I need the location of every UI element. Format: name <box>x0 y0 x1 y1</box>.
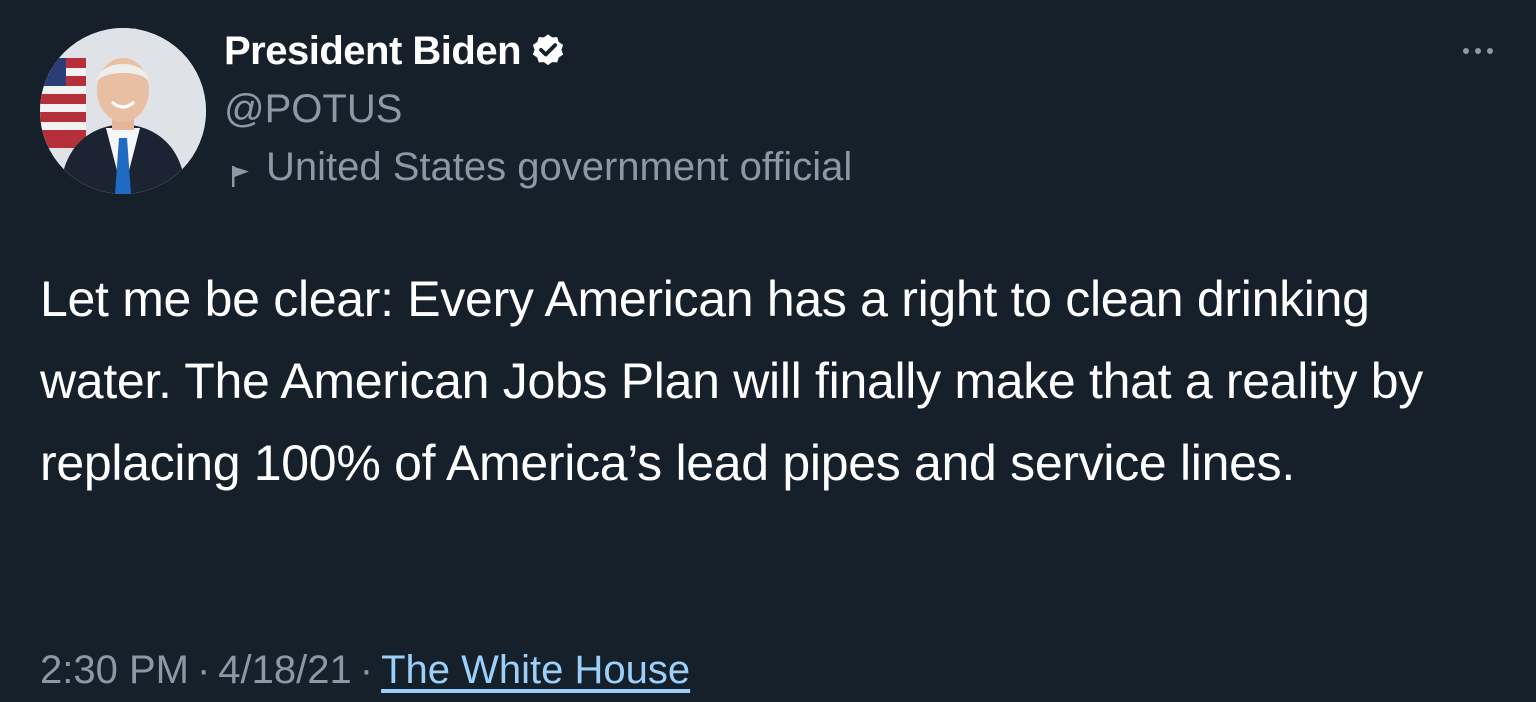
author-handle[interactable]: @POTUS <box>224 86 852 132</box>
tweet-source-link[interactable]: The White House <box>381 648 690 692</box>
account-label-text: United States government official <box>266 144 853 189</box>
name-row: President Biden <box>224 28 852 74</box>
tweet-metadata: 2:30 PM · 4/18/21 · The White House <box>40 640 690 700</box>
separator: · <box>359 648 374 692</box>
avatar-image <box>40 28 206 194</box>
flag-icon <box>228 154 254 187</box>
tweet-date[interactable]: 4/18/21 <box>218 648 351 692</box>
tweet-time[interactable]: 2:30 PM <box>40 648 189 692</box>
more-options-icon[interactable] <box>1456 36 1500 66</box>
verified-badge-icon <box>529 32 567 70</box>
display-name[interactable]: President Biden <box>224 29 522 74</box>
account-label: United States government official <box>224 144 852 190</box>
tweet-detail: President Biden @POTUS United States gov <box>0 0 1536 702</box>
tweet-text: Let me be clear: Every American has a ri… <box>40 271 1423 491</box>
author-info: President Biden @POTUS United States gov <box>224 28 852 190</box>
tweet-header: President Biden @POTUS United States gov <box>40 28 1500 198</box>
avatar[interactable] <box>40 28 206 194</box>
separator: · <box>196 648 211 692</box>
